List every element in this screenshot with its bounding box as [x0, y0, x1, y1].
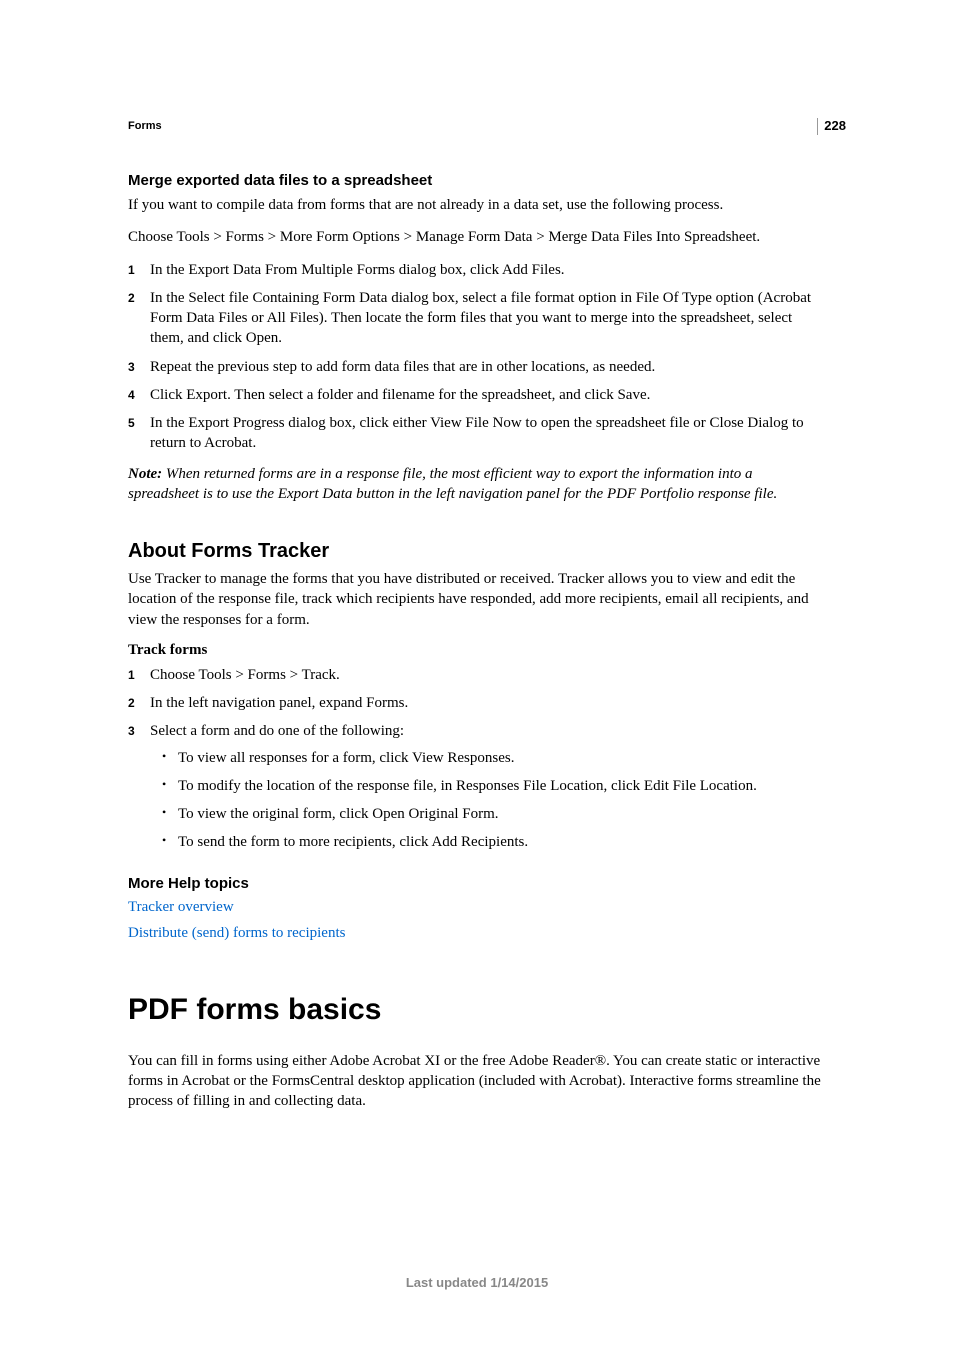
body-text: If you want to compile data from forms t…: [128, 195, 826, 215]
list-item: Click Export. Then select a folder and f…: [128, 385, 826, 405]
list-item: In the Export Data From Multiple Forms d…: [128, 260, 826, 280]
note-body: When returned forms are in a response fi…: [128, 466, 777, 502]
heading-more-help: More Help topics: [128, 875, 826, 892]
note-label: Note:: [128, 466, 162, 482]
list-item: To view the original form, click Open Or…: [150, 804, 826, 824]
link-tracker-overview[interactable]: Tracker overview: [128, 896, 826, 919]
heading-merge: Merge exported data files to a spreadshe…: [128, 172, 826, 189]
body-text: Use Tracker to manage the forms that you…: [128, 569, 826, 630]
list-item-text: Select a form and do one of the followin…: [150, 723, 404, 739]
list-item: To view all responses for a form, click …: [150, 748, 826, 768]
note: Note: When returned forms are in a respo…: [128, 464, 826, 505]
page: 228 Forms Merge exported data files to a…: [0, 0, 954, 1350]
list-item: Repeat the previous step to add form dat…: [128, 357, 826, 377]
footer-last-updated: Last updated 1/14/2015: [0, 1275, 954, 1290]
list-item: In the Export Progress dialog box, click…: [128, 413, 826, 454]
breadcrumb: Forms: [128, 120, 826, 132]
ordered-list: Choose Tools > Forms > Track. In the lef…: [128, 665, 826, 853]
list-item: In the Select file Containing Form Data …: [128, 288, 826, 349]
list-item: Select a form and do one of the followin…: [128, 721, 826, 852]
body-text: You can fill in forms using either Adobe…: [128, 1051, 826, 1112]
body-text: Choose Tools > Forms > More Form Options…: [128, 227, 826, 247]
heading-pdf-forms-basics: PDF forms basics: [128, 993, 826, 1027]
bullet-list: To view all responses for a form, click …: [150, 748, 826, 853]
list-item: To modify the location of the response f…: [150, 776, 826, 796]
list-item: Choose Tools > Forms > Track.: [128, 665, 826, 685]
ordered-list: In the Export Data From Multiple Forms d…: [128, 260, 826, 454]
heading-tracker: About Forms Tracker: [128, 540, 826, 563]
page-number: 228: [817, 118, 846, 135]
link-distribute-forms[interactable]: Distribute (send) forms to recipients: [128, 922, 826, 945]
list-item: In the left navigation panel, expand For…: [128, 693, 826, 713]
subheading-track-forms: Track forms: [128, 642, 826, 659]
list-item: To send the form to more recipients, cli…: [150, 832, 826, 852]
